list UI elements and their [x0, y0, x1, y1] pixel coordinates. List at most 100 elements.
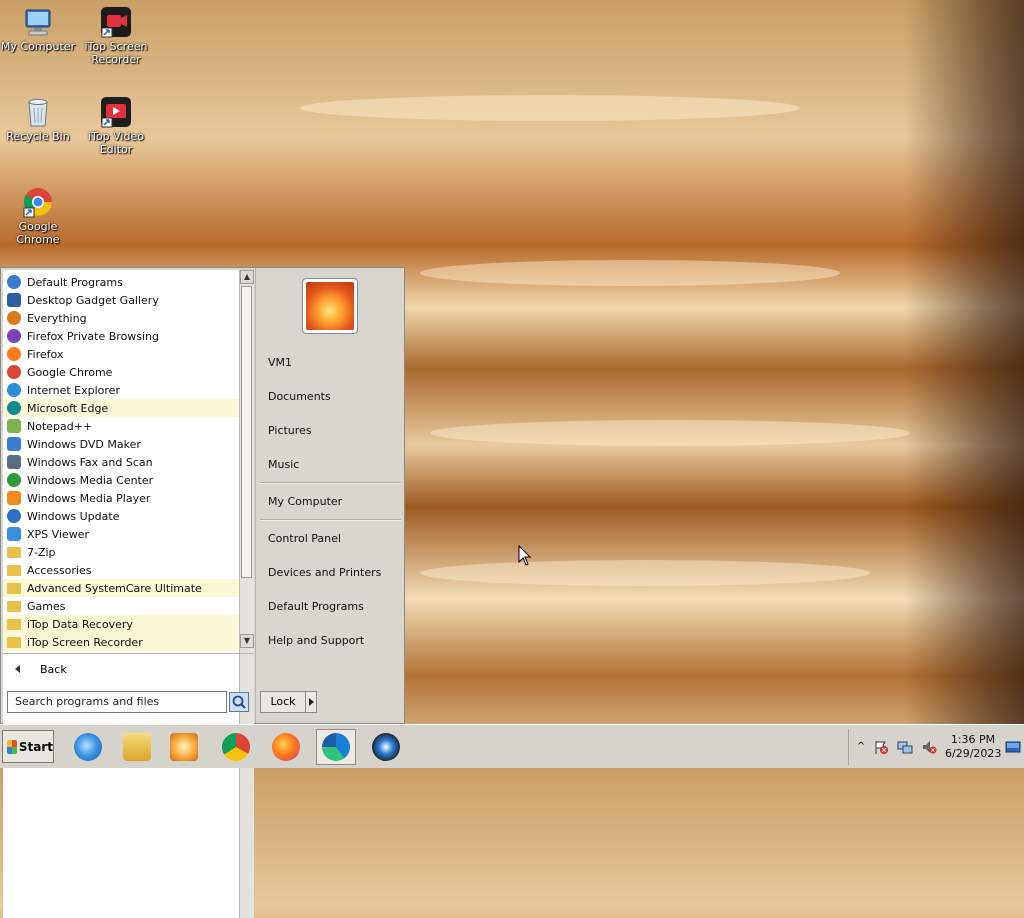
my-computer-link[interactable]: My Computer	[268, 495, 342, 508]
program-list-scrollbar[interactable]: ▲ ▼	[239, 270, 254, 918]
program-item-label: Google Chrome	[27, 365, 113, 379]
documents-link[interactable]: Documents	[268, 390, 331, 403]
clock[interactable]: 1:36 PM 6/29/2023	[945, 733, 1001, 761]
program-item[interactable]: iTop Data Recovery	[3, 615, 239, 633]
program-item[interactable]: Notepad++	[3, 417, 239, 435]
video-editor-icon	[100, 96, 132, 128]
program-item[interactable]: Advanced SystemCare Ultimate	[3, 579, 239, 597]
media-player-icon	[170, 733, 198, 761]
search-button[interactable]	[229, 692, 249, 712]
back-button[interactable]: Back	[3, 653, 253, 684]
start-menu-right-pane: VM1 Documents Pictures Music My Computer…	[255, 268, 405, 723]
start-menu: Default Programs Desktop Gadget Gallery Ev…	[0, 267, 405, 918]
scroll-down-arrow-icon[interactable]: ▼	[240, 634, 254, 648]
user-folder-link[interactable]: VM1	[268, 356, 292, 369]
scroll-up-arrow-icon[interactable]: ▲	[240, 270, 254, 284]
devices-and-printers-link[interactable]: Devices and Printers	[268, 566, 381, 579]
program-item[interactable]: Everything	[3, 309, 239, 327]
program-item-label: Windows Update	[27, 509, 120, 523]
program-item[interactable]: Accessories	[3, 561, 239, 579]
program-item-label: Firefox	[27, 347, 64, 361]
program-item[interactable]: Games	[3, 597, 239, 615]
program-item[interactable]: Default Programs	[3, 273, 239, 291]
recycle-bin-icon	[22, 96, 54, 128]
network-icon[interactable]	[897, 739, 913, 755]
program-item-label: Internet Explorer	[27, 383, 120, 397]
clock-time: 1:36 PM	[950, 733, 996, 746]
music-link[interactable]: Music	[268, 458, 299, 471]
itop-recorder-icon	[372, 733, 400, 761]
program-item[interactable]: Windows Media Center	[3, 471, 239, 489]
scroll-thumb[interactable]	[241, 286, 252, 578]
firefox-private-icon	[7, 329, 21, 343]
taskbar-button-chrome[interactable]	[216, 729, 256, 765]
program-item[interactable]: iTop Screen Recorder	[3, 633, 239, 651]
gadget-icon	[7, 293, 21, 307]
program-list: Default Programs Desktop Gadget Gallery Ev…	[3, 270, 239, 918]
action-center-flag-icon[interactable]	[873, 739, 889, 755]
taskbar-button-edge[interactable]	[316, 729, 356, 765]
search-row: Search programs and files	[7, 691, 249, 713]
back-label: Back	[40, 662, 67, 676]
lock-button[interactable]: Lock	[260, 691, 317, 713]
desktop-icon-itop-screen-recorder[interactable]: iTop Screen Recorder	[76, 6, 156, 66]
menu-separator	[260, 482, 401, 484]
program-item-label: Firefox Private Browsing	[27, 329, 160, 343]
show-hidden-icons-chevron-icon[interactable]: ^	[853, 739, 869, 755]
firefox-icon	[272, 733, 300, 761]
search-input[interactable]: Search programs and files	[7, 691, 227, 713]
screen-recorder-icon	[100, 6, 132, 38]
program-item[interactable]: Internet Explorer	[3, 381, 239, 399]
program-item[interactable]: Desktop Gadget Gallery	[3, 291, 239, 309]
edge-icon	[322, 733, 350, 761]
program-item[interactable]: Firefox	[3, 345, 239, 363]
program-item[interactable]: Windows Update	[3, 507, 239, 525]
program-item[interactable]: Windows Media Player	[3, 489, 239, 507]
program-item[interactable]: Windows DVD Maker	[3, 435, 239, 453]
default-programs-link[interactable]: Default Programs	[268, 600, 364, 613]
start-button[interactable]: Start	[2, 730, 54, 763]
taskbar-button-explorer-folder[interactable]	[117, 729, 157, 765]
program-item-label: iTop Data Recovery	[27, 617, 133, 631]
user-avatar[interactable]	[302, 278, 358, 334]
fax-icon	[7, 455, 21, 469]
program-item[interactable]: Microsoft Edge	[3, 399, 239, 417]
taskbar-button-ie[interactable]	[68, 729, 108, 765]
control-panel-link[interactable]: Control Panel	[268, 532, 341, 545]
program-item-label: Advanced SystemCare Ultimate	[27, 581, 202, 595]
lock-label: Lock	[261, 692, 306, 712]
program-item[interactable]: Google Chrome	[3, 363, 239, 381]
folder-icon	[7, 618, 21, 630]
program-item[interactable]: Firefox Private Browsing	[3, 327, 239, 345]
program-item-label: Microsoft Edge	[27, 401, 109, 415]
ie-icon	[7, 383, 21, 397]
ie-icon	[74, 733, 102, 761]
program-item-label: Desktop Gadget Gallery	[27, 293, 159, 307]
shutdown-options-arrow-icon[interactable]	[306, 692, 316, 712]
desktop-icon-google-chrome[interactable]: Google Chrome	[0, 186, 78, 246]
desktop-icon-recycle-bin[interactable]: Recycle Bin	[0, 96, 78, 143]
desktop-icon-my-computer[interactable]: My Computer	[0, 6, 78, 53]
program-item[interactable]: Windows Fax and Scan	[3, 453, 239, 471]
folder-icon	[7, 582, 21, 594]
pictures-link[interactable]: Pictures	[268, 424, 312, 437]
folder-icon	[7, 564, 21, 576]
taskbar-button-itop-recorder[interactable]	[366, 729, 406, 765]
desktop-icon-itop-video-editor[interactable]: iTop Video Editor	[76, 96, 156, 156]
chrome-icon	[7, 365, 21, 379]
edge-icon	[7, 401, 21, 415]
taskbar-button-firefox[interactable]	[266, 729, 306, 765]
show-desktop-icon[interactable]	[1005, 739, 1021, 755]
program-item[interactable]: 7-Zip	[3, 543, 239, 561]
volume-muted-icon[interactable]	[921, 739, 937, 755]
explorer-folder-icon	[123, 733, 151, 761]
wallpaper-highlight	[420, 560, 870, 586]
program-item-label: Windows Media Player	[27, 491, 151, 505]
flower-picture-icon	[306, 282, 354, 330]
system-tray: ^ 1:36 PM 6/29/2023	[848, 729, 1024, 765]
help-and-support-link[interactable]: Help and Support	[268, 634, 364, 647]
media-player-icon	[7, 491, 21, 505]
folder-icon	[7, 600, 21, 612]
program-item[interactable]: XPS Viewer	[3, 525, 239, 543]
taskbar-button-media-player[interactable]	[164, 729, 204, 765]
